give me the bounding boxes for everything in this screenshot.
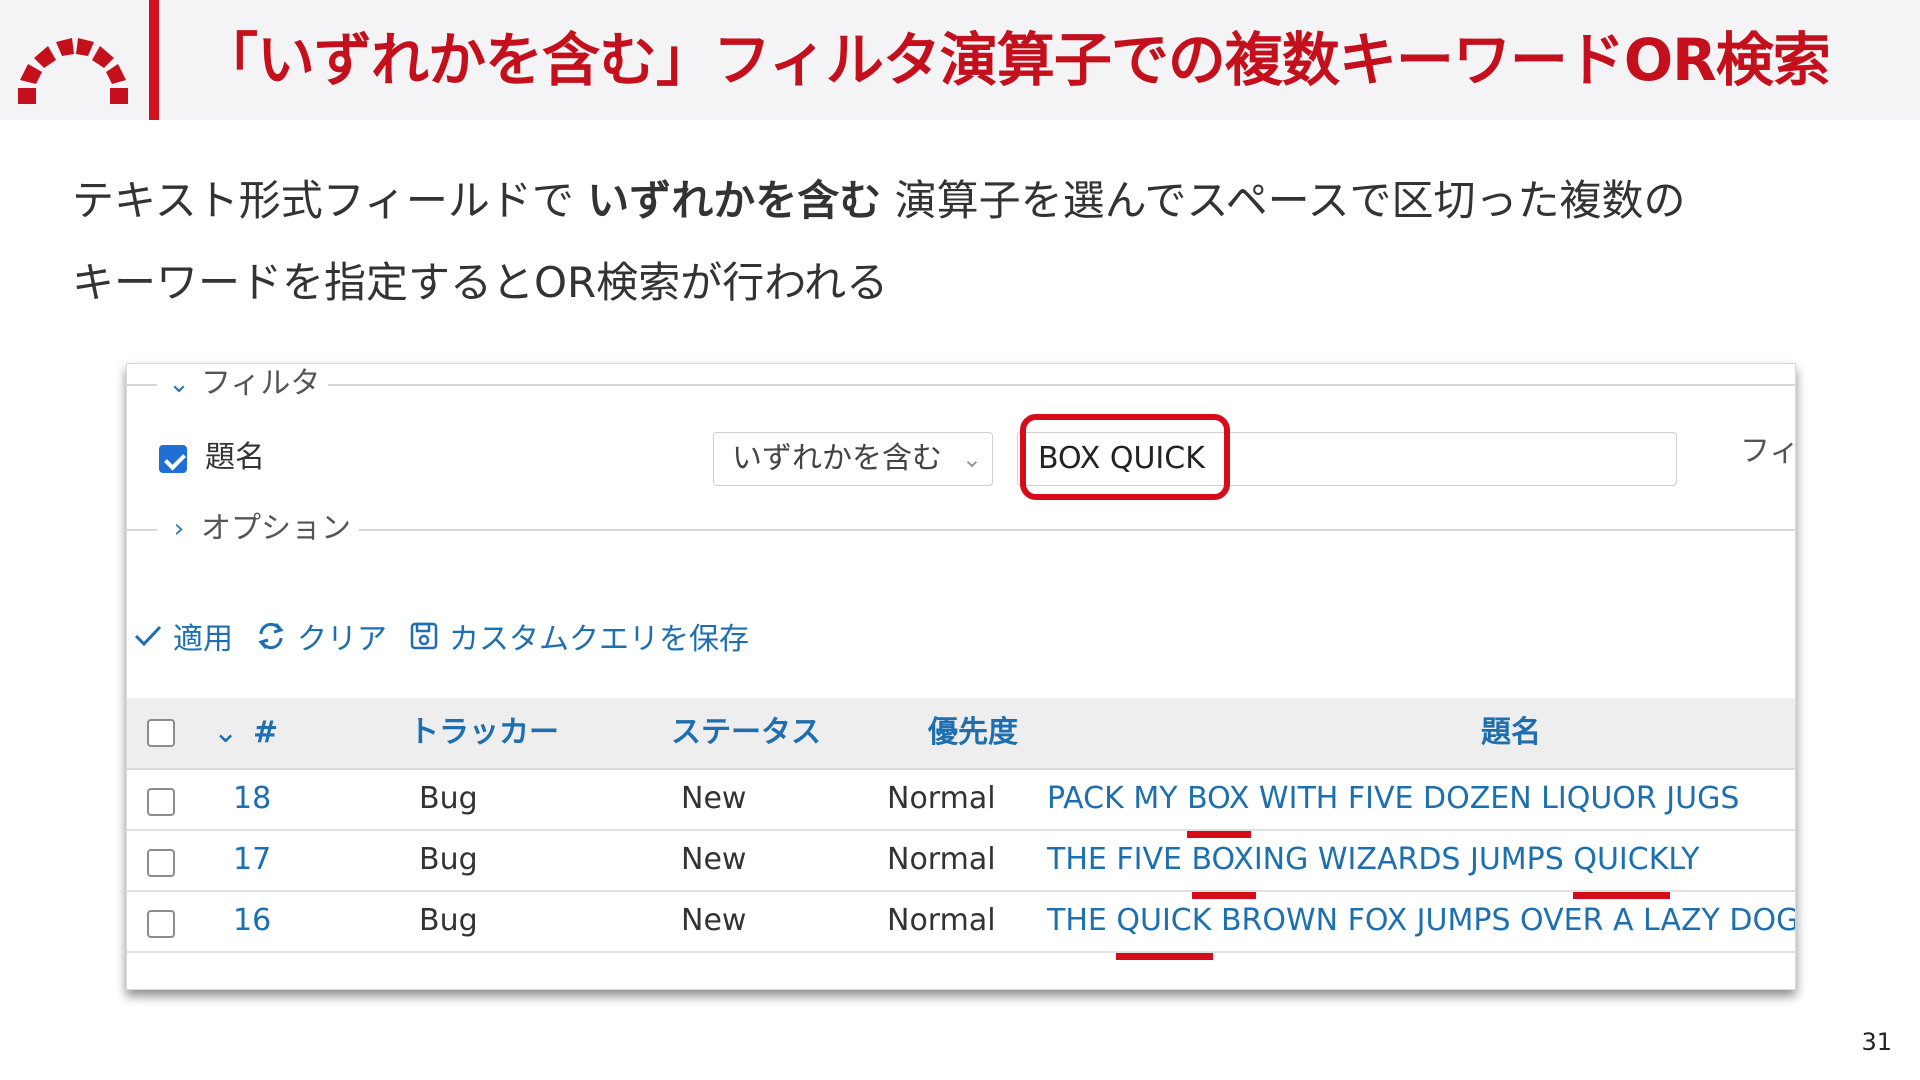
subject-text: BROWN FOX JUMPS OVER A LAZY DOG bbox=[1211, 903, 1796, 938]
issue-subject-link[interactable]: PACK MY BOX WITH FIVE DOZEN LIQUOR JUGS bbox=[1047, 770, 1740, 838]
column-header-subject[interactable]: 題名 bbox=[1481, 698, 1541, 768]
row-checkbox[interactable] bbox=[147, 910, 175, 938]
issue-tracker: Bug bbox=[419, 781, 478, 816]
matched-keyword: BOX bbox=[1191, 831, 1257, 899]
options-legend-label: オプション bbox=[201, 511, 351, 546]
subject-text: THE FIVE bbox=[1047, 842, 1192, 877]
issue-tracker: Bug bbox=[419, 842, 478, 877]
chevron-down-icon: ⌄ bbox=[168, 369, 190, 399]
issue-subject-link[interactable]: THE QUICK BROWN FOX JUMPS OVER A LAZY DO… bbox=[1047, 892, 1796, 960]
slide-title: 「いずれかを含む」フィルタ演算子での複数キーワードOR検索 bbox=[200, 26, 1831, 94]
apply-link[interactable]: 適用 bbox=[133, 614, 233, 658]
subject-text: ING WIZARDS JUMPS bbox=[1253, 842, 1574, 877]
filter-legend[interactable]: ⌄ フィルタ bbox=[157, 364, 329, 404]
matched-keyword: QUICK bbox=[1116, 892, 1214, 960]
column-header-priority[interactable]: 優先度 bbox=[928, 698, 1018, 768]
chevron-down-icon[interactable]: ⌄ bbox=[213, 698, 238, 768]
select-all-checkbox[interactable] bbox=[147, 719, 175, 747]
chevron-right-icon: › bbox=[173, 514, 185, 544]
header-accent-bar bbox=[149, 0, 159, 120]
column-header-id[interactable]: # bbox=[253, 698, 278, 768]
reload-icon bbox=[258, 622, 284, 650]
column-header-tracker[interactable]: トラッカー bbox=[409, 698, 559, 768]
slide-header: 「いずれかを含む」フィルタ演算子での複数キーワードOR検索 bbox=[0, 0, 1920, 120]
issues-table-header: ⌄ # トラッカー ステータス 優先度 題名 bbox=[127, 698, 1795, 770]
filter-fieldset-border bbox=[127, 384, 1795, 386]
issue-subject-link[interactable]: THE FIVE BOXING WIZARDS JUMPS QUICKLY bbox=[1047, 831, 1700, 899]
description-text: テキスト形式フィールドで bbox=[72, 176, 588, 225]
description-emphasis: いずれかを含む bbox=[587, 176, 882, 225]
operator-select[interactable]: いずれかを含む ⌄ bbox=[713, 432, 993, 486]
apply-label: 適用 bbox=[173, 622, 233, 657]
subject-text: PACK MY bbox=[1047, 781, 1188, 816]
issue-priority: Normal bbox=[887, 842, 996, 877]
description-line-2: キーワードを指定するとOR検索が行われる bbox=[72, 258, 889, 307]
redmine-logo-icon bbox=[18, 38, 128, 104]
issue-id-link[interactable]: 18 bbox=[233, 770, 271, 828]
issue-priority: Normal bbox=[887, 781, 996, 816]
add-filter-label: フィ bbox=[1740, 434, 1796, 469]
issue-status: New bbox=[681, 842, 747, 877]
options-legend[interactable]: › オプション bbox=[157, 509, 359, 549]
highlight-annotation-box bbox=[1020, 414, 1230, 500]
description-text: 演算子を選んでスペースで区切った複数の bbox=[881, 176, 1686, 225]
issue-tracker: Bug bbox=[419, 903, 478, 938]
clear-label: クリア bbox=[297, 622, 387, 657]
row-checkbox[interactable] bbox=[147, 788, 175, 816]
clear-link[interactable]: クリア bbox=[255, 614, 387, 658]
query-actions: 適用 クリア カスタムクエリを保存 bbox=[133, 614, 749, 658]
issue-status: New bbox=[681, 781, 747, 816]
subject-text: LY bbox=[1668, 842, 1700, 877]
description-line-1: テキスト形式フィールドで いずれかを含む 演算子を選んでスペースで区切った複数の bbox=[72, 160, 1852, 242]
issue-id-link[interactable]: 17 bbox=[233, 831, 271, 889]
slide-description: テキスト形式フィールドで いずれかを含む 演算子を選んでスペースで区切った複数の… bbox=[72, 160, 1852, 324]
issue-status: New bbox=[681, 903, 747, 938]
save-icon bbox=[410, 622, 438, 650]
filter-legend-label: フィルタ bbox=[201, 366, 321, 401]
matched-keyword: BOX bbox=[1187, 770, 1252, 838]
options-fieldset-border bbox=[127, 529, 1795, 531]
table-row[interactable]: 16 Bug New Normal THE QUICK BROWN FOX JU… bbox=[127, 892, 1796, 960]
operator-select-value: いずれかを含む bbox=[732, 441, 942, 476]
subject-filter-label: 題名 bbox=[205, 440, 265, 475]
subject-filter-checkbox[interactable] bbox=[159, 445, 187, 473]
save-query-label: カスタムクエリを保存 bbox=[449, 622, 749, 657]
table-row[interactable]: 18 Bug New Normal PACK MY BOX WITH FIVE … bbox=[127, 770, 1795, 838]
column-header-status[interactable]: ステータス bbox=[671, 698, 821, 768]
save-query-link[interactable]: カスタムクエリを保存 bbox=[409, 614, 749, 658]
chevron-down-icon: ⌄ bbox=[961, 445, 982, 473]
issue-priority: Normal bbox=[887, 903, 996, 938]
checkmark-icon bbox=[134, 625, 162, 647]
table-row[interactable]: 17 Bug New Normal THE FIVE BOXING WIZARD… bbox=[127, 831, 1795, 899]
redmine-issue-filter-screenshot: ⌄ フィルタ 題名 いずれかを含む ⌄ BOX QUICK フィ › オプション… bbox=[126, 363, 1796, 990]
issue-id-link[interactable]: 16 bbox=[233, 892, 271, 950]
subject-text: THE bbox=[1047, 903, 1117, 938]
subject-text: WITH FIVE DOZEN LIQUOR JUGS bbox=[1249, 781, 1740, 816]
row-checkbox[interactable] bbox=[147, 849, 175, 877]
matched-keyword: QUICK bbox=[1573, 831, 1671, 899]
page-number: 31 bbox=[1861, 1028, 1892, 1056]
